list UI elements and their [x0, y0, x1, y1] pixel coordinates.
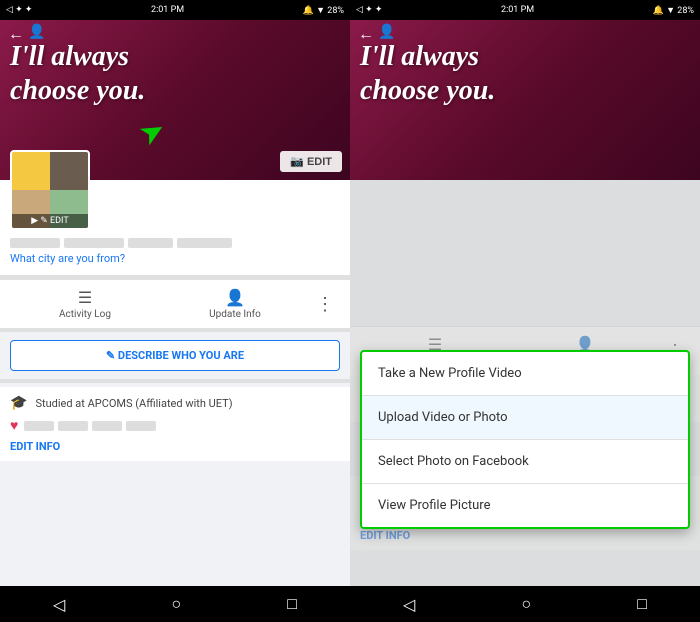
cover-photo-right: ← 👤 I'll always choose you. [350, 20, 700, 180]
time-left: 2:01 PM [151, 5, 184, 15]
select-photo-facebook-option[interactable]: Select Photo on Facebook [362, 440, 688, 484]
battery-left: 🔔 ▼ 28% [303, 5, 344, 16]
camera-icon: 📷 [290, 155, 304, 168]
cover-text-right: I'll always choose you. [360, 40, 495, 107]
person-icon-left: 👤 [28, 24, 45, 40]
cover-text-left: I'll always choose you. [10, 40, 145, 107]
time-right: 2:01 PM [501, 5, 534, 15]
gap-2 [0, 328, 350, 332]
profile-edit-label[interactable]: ▶ ✎ EDIT [12, 214, 88, 228]
pic-cell-1 [12, 152, 50, 190]
recents-nav-left[interactable]: □ [287, 594, 297, 614]
take-profile-video-option[interactable]: Take a New Profile Video [362, 352, 688, 396]
describe-button-left[interactable]: ✎ DESCRIBE WHO YOU ARE [10, 340, 340, 371]
info-section-left: 🎓 Studied at APCOMS (Affiliated with UET… [0, 387, 350, 461]
cover-edit-button[interactable]: 📷 EDIT [280, 151, 342, 172]
status-bar-left: ◁ ✦ ✦ 2:01 PM 🔔 ▼ 28% [0, 0, 350, 20]
left-panel: ◁ ✦ ✦ 2:01 PM 🔔 ▼ 28% ← 👤 I'll always ch… [0, 0, 350, 622]
city-link[interactable]: What city are you from? [10, 252, 340, 265]
more-options-button[interactable]: ⋮ [310, 294, 340, 315]
profile-picture-left[interactable]: ▶ ✎ EDIT [10, 150, 90, 230]
back-nav-left[interactable]: ◁ [53, 595, 65, 614]
studied-item-left: 🎓 Studied at APCOMS (Affiliated with UET… [10, 395, 340, 411]
home-nav-left[interactable]: ○ [171, 594, 181, 614]
arrow-indicator: ➤ [133, 111, 172, 154]
right-panel: ◁ ✦ ✦ 2:01 PM 🔔 ▼ 28% ← 👤 I'll always ch… [350, 0, 700, 622]
back-nav-right[interactable]: ◁ [403, 595, 415, 614]
signal-icons-right: ◁ ✦ ✦ [356, 5, 382, 15]
heart-icon-left: ♥ [10, 417, 18, 434]
upload-video-photo-option[interactable]: Upload Video or Photo [362, 396, 688, 440]
action-row-left: ☰ Activity Log 👤 Update Info ⋮ [0, 279, 350, 328]
list-icon: ☰ [78, 288, 92, 307]
recents-nav-right[interactable]: □ [637, 594, 647, 614]
school-icon-left: 🎓 [10, 395, 27, 411]
battery-right: 🔔 ▼ 28% [653, 5, 694, 16]
nav-bar-right: ◁ ○ □ [350, 586, 700, 622]
nav-bar-left: ◁ ○ □ [0, 586, 350, 622]
update-info-button[interactable]: 👤 Update Info [160, 288, 310, 320]
status-bar-right: ◁ ✦ ✦ 2:01 PM 🔔 ▼ 28% [350, 0, 700, 20]
name-placeholder [10, 238, 340, 248]
person-edit-icon: 👤 [225, 288, 245, 307]
content-area-right: Take a New Profile Video Upload Video or… [350, 180, 700, 622]
pic-cell-2 [50, 152, 88, 190]
person-icon-right: 👤 [378, 24, 395, 40]
heart-row-left: ♥ [10, 417, 340, 434]
signal-icons-left: ◁ ✦ ✦ [6, 5, 32, 15]
profile-section-left: ▶ ✎ EDIT What city are you from? [0, 180, 350, 275]
video-icon: ▶ [31, 216, 38, 226]
profile-options-dropdown: Take a New Profile Video Upload Video or… [360, 350, 690, 529]
gap-3 [0, 379, 350, 383]
activity-log-button[interactable]: ☰ Activity Log [10, 288, 160, 320]
view-profile-picture-option[interactable]: View Profile Picture [362, 484, 688, 527]
edit-info-button-left[interactable]: EDIT INFO [10, 440, 340, 453]
home-nav-right[interactable]: ○ [521, 594, 531, 614]
